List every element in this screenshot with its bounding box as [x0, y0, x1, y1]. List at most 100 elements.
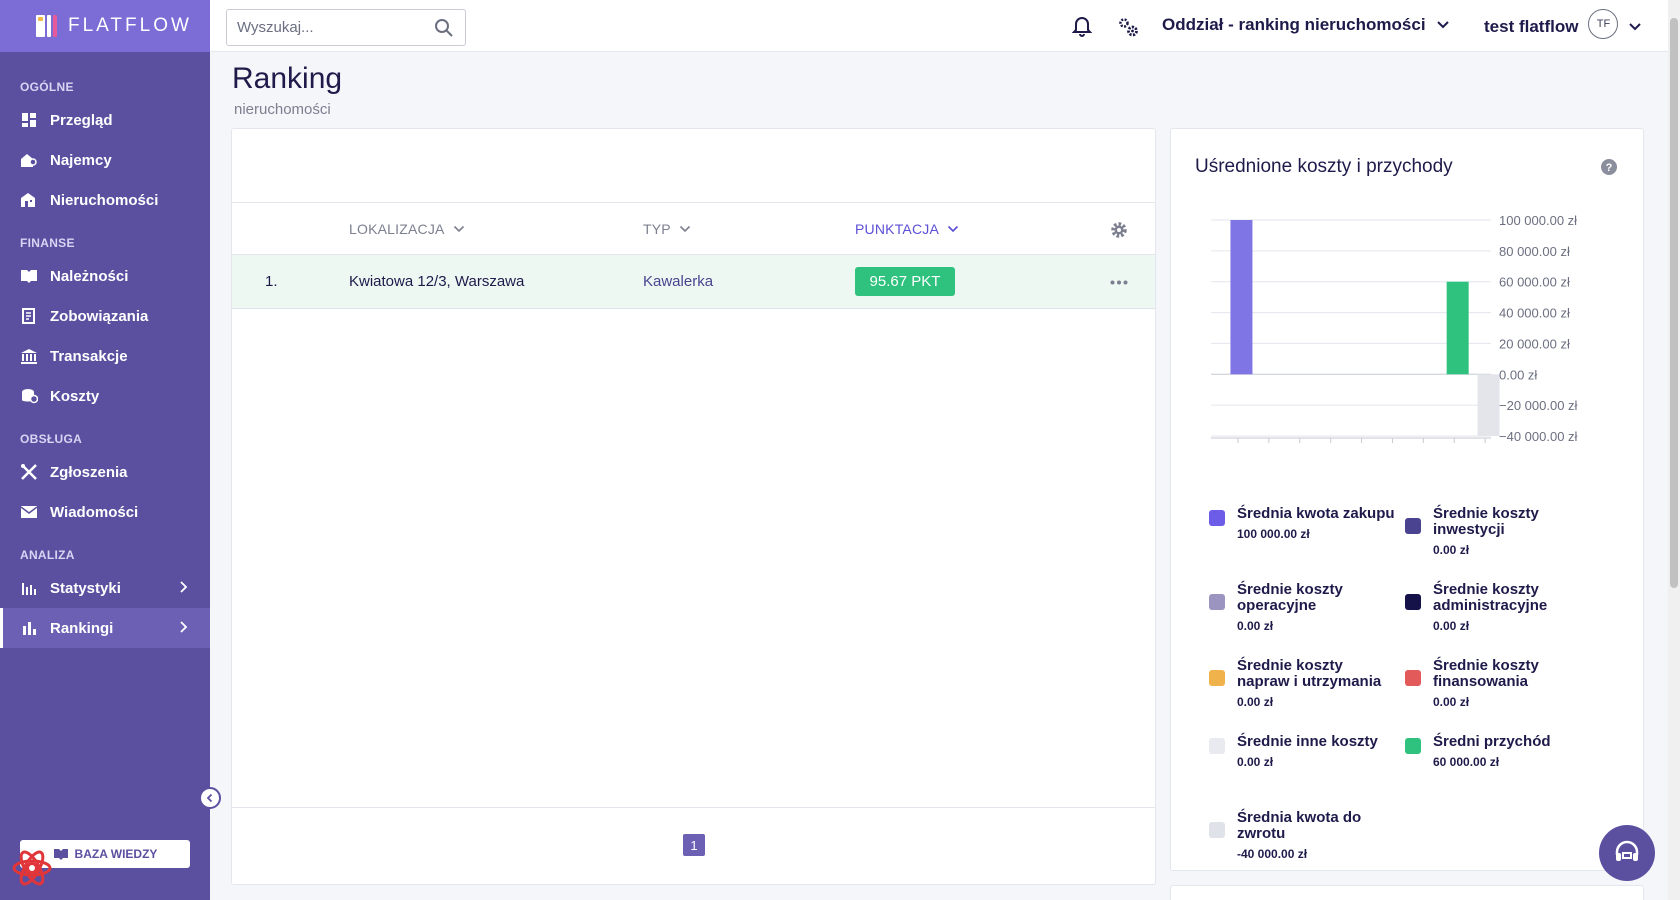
column-header-score[interactable]: PUNKTACJA	[855, 221, 959, 237]
costs-revenue-card: Uśrednione koszty i przychody ? 100 000.…	[1170, 128, 1644, 871]
settings-cogs-icon[interactable]	[1116, 15, 1140, 39]
nav-section-title: ANALIZA	[20, 548, 75, 562]
table-row[interactable]: 1. Kwiatowa 12/3, Warszawa Kawalerka 95.…	[232, 255, 1155, 309]
column-header-location[interactable]: LOKALIZACJA	[349, 221, 465, 237]
legend-item[interactable]: Średnia kwota do zwrotu -40 000.00 zł	[1209, 810, 1399, 880]
sidebar-item-label: Należności	[50, 267, 129, 285]
help-icon[interactable]: ?	[1601, 159, 1617, 175]
sidebar-item-label: Nieruchomości	[50, 191, 159, 209]
search-icon[interactable]	[434, 18, 454, 38]
sidebar-item-przegląd[interactable]: Przegląd	[0, 100, 210, 140]
search-box[interactable]	[226, 9, 466, 46]
legend-item[interactable]: Średnie koszty operacyjne 0.00 zł	[1209, 582, 1399, 652]
dashboard-icon	[20, 111, 38, 129]
tools-icon	[20, 463, 38, 481]
legend-label: Średnia kwota zakupu	[1237, 505, 1395, 522]
sidebar-item-statystyki[interactable]: Statystyki	[0, 568, 210, 608]
sidebar-item-koszty[interactable]: Koszty	[0, 376, 210, 416]
sidebar-nav: OGÓLNE Przegląd Najemcy Nieruchomości FI…	[0, 80, 210, 648]
legend-swatch	[1209, 822, 1225, 838]
sidebar-item-label: Wiadomości	[50, 503, 139, 521]
page-scrollbar[interactable]	[1668, 0, 1680, 900]
book-icon	[20, 267, 38, 285]
branch-name: Oddział - ranking nieruchomości	[1162, 15, 1426, 34]
buildings-icon	[20, 191, 38, 209]
legend-item[interactable]: Średnie inne koszty 0.00 zł	[1209, 734, 1399, 804]
receipt-icon	[20, 307, 38, 325]
column-label: LOKALIZACJA	[349, 221, 445, 237]
nav-section-title: OBSŁUGA	[20, 432, 83, 446]
table-header: LOKALIZACJA TYP PUNKTACJA	[232, 202, 1155, 255]
legend-item[interactable]: Średnie koszty inwestycji 0.00 zł	[1405, 506, 1595, 576]
stats-icon	[20, 579, 38, 597]
book-open-icon	[53, 849, 68, 860]
chevron-left-icon	[206, 793, 213, 803]
column-header-type[interactable]: TYP	[643, 221, 691, 237]
y-tick-label: 100 000.00 zł	[1499, 213, 1577, 228]
legend-item[interactable]: Średnia kwota zakupu 100 000.00 zł	[1209, 506, 1399, 576]
chevron-down-icon	[679, 225, 690, 233]
logo-text: FLATFLOW	[68, 15, 192, 36]
legend-swatch	[1209, 670, 1225, 686]
legend-item[interactable]: Średni przychód 60 000.00 zł	[1405, 734, 1595, 804]
pagination-page-button[interactable]: 1	[683, 834, 705, 856]
legend-value: 0.00 zł	[1433, 543, 1470, 557]
user-menu[interactable]: test flatflow TF	[1484, 9, 1642, 39]
sidebar-item-wiadomości[interactable]: Wiadomości	[0, 492, 210, 532]
secondary-card	[1170, 885, 1644, 900]
tenant-icon	[20, 151, 38, 169]
sidebar-item-należności[interactable]: Należności	[0, 256, 210, 296]
row-location: Kwiatowa 12/3, Warszawa	[349, 273, 525, 290]
legend-item[interactable]: Średnie koszty finansowania 0.00 zł	[1405, 658, 1595, 728]
sidebar-item-transakcje[interactable]: Transakcje	[0, 336, 210, 376]
column-label: TYP	[643, 221, 671, 237]
sidebar-collapse-button[interactable]	[199, 787, 221, 809]
y-tick-label: 80 000.00 zł	[1499, 244, 1570, 259]
logo[interactable]: FLATFLOW	[0, 0, 210, 52]
legend-label: Średnie koszty finansowania	[1433, 657, 1539, 690]
legend-value: 0.00 zł	[1237, 619, 1274, 633]
sidebar: FLATFLOW OGÓLNE Przegląd Najemcy Nieruch…	[0, 0, 210, 900]
legend-value: 0.00 zł	[1237, 755, 1274, 769]
legend-item[interactable]: Średnie koszty napraw i utrzymania 0.00 …	[1209, 658, 1399, 728]
legend-label: Średnie koszty napraw i utrzymania	[1237, 657, 1382, 690]
legend-label: Średnie koszty operacyjne	[1237, 581, 1343, 614]
y-tick-label: −40 000.00 zł	[1499, 429, 1578, 444]
bar	[1477, 374, 1500, 436]
sidebar-item-label: Zgłoszenia	[50, 463, 128, 481]
legend-swatch	[1209, 510, 1225, 526]
nav-section-title: OGÓLNE	[20, 80, 74, 94]
chevron-right-icon	[180, 621, 188, 633]
sidebar-item-label: Rankingi	[50, 619, 114, 637]
sidebar-item-label: Przegląd	[50, 111, 113, 129]
search-input[interactable]	[237, 10, 427, 45]
sidebar-item-zgłoszenia[interactable]: Zgłoszenia	[0, 452, 210, 492]
react-devtools-icon[interactable]	[12, 848, 52, 888]
y-tick-label: 60 000.00 zł	[1499, 275, 1570, 290]
legend-value: 0.00 zł	[1433, 619, 1470, 633]
sidebar-item-najemcy[interactable]: Najemcy	[0, 140, 210, 180]
sidebar-item-label: Statystyki	[50, 579, 121, 597]
chart-title: Uśrednione koszty i przychody	[1195, 156, 1453, 177]
svg-text:?: ?	[1606, 162, 1613, 174]
bell-icon[interactable]	[1072, 15, 1092, 37]
scrollbar-thumb[interactable]	[1670, 18, 1678, 588]
bar	[1446, 281, 1469, 375]
headset-icon	[1615, 840, 1639, 861]
column-label: PUNKTACJA	[855, 221, 939, 237]
avatar: TF	[1588, 9, 1619, 39]
legend-item[interactable]: Średnie koszty administracyjne 0.00 zł	[1405, 582, 1595, 652]
sidebar-item-rankingi[interactable]: Rankingi	[0, 608, 210, 648]
chevron-down-icon	[453, 225, 464, 233]
legend-value: 0.00 zł	[1433, 695, 1470, 709]
gear-icon[interactable]	[1109, 220, 1129, 240]
sidebar-item-zobowiązania[interactable]: Zobowiązania	[0, 296, 210, 336]
more-options-icon[interactable]	[1110, 280, 1128, 285]
support-chat-button[interactable]	[1599, 825, 1655, 881]
legend-swatch	[1405, 670, 1421, 686]
branch-selector[interactable]: Oddział - ranking nieruchomości	[1162, 15, 1450, 35]
page-subtitle: nieruchomości	[234, 101, 331, 118]
sidebar-item-nieruchomości[interactable]: Nieruchomości	[0, 180, 210, 220]
bar-chart: 100 000.00 zł 80 000.00 zł 60 000.00 zł 40 …	[1211, 213, 1578, 444]
chevron-right-icon	[180, 581, 188, 593]
